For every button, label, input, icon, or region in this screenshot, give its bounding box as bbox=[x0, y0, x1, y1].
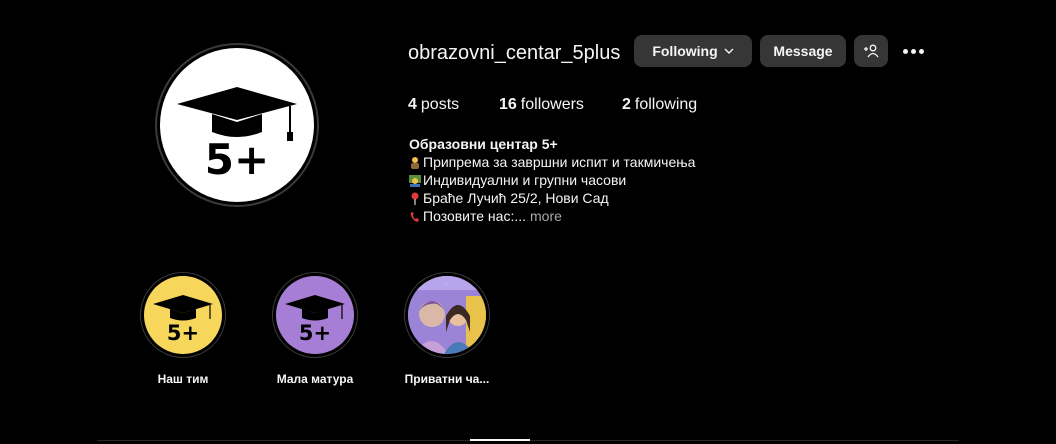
highlight-cover-photo: … bbox=[408, 276, 486, 354]
bio-line-classes: Индивидуални и групни часови bbox=[409, 171, 695, 189]
pin-emoji-icon bbox=[411, 192, 419, 205]
following-stat[interactable]: 2 following bbox=[622, 96, 697, 114]
highlight-cover: 5+ bbox=[276, 276, 354, 354]
posts-label: posts bbox=[420, 96, 460, 113]
story-highlight-nash-tim[interactable]: 5+ Наш тим bbox=[140, 272, 226, 386]
posts-stat: 4 posts bbox=[408, 96, 459, 114]
avatar-image: 5+ bbox=[160, 48, 314, 202]
student-emoji-icon bbox=[409, 174, 421, 187]
posts-count: 4 bbox=[408, 96, 417, 113]
highlight-label: Наш тим bbox=[157, 372, 209, 386]
graduation-cap-icon: 5+ bbox=[285, 295, 345, 345]
following-button-label: Following bbox=[652, 43, 718, 59]
following-label: following bbox=[634, 96, 698, 113]
bio-line-address: Браће Лучић 25/2, Нови Сад bbox=[409, 189, 695, 207]
more-options-icon[interactable] bbox=[900, 40, 926, 62]
followers-count: 16 bbox=[499, 96, 517, 113]
highlight-label: Мала матура bbox=[276, 372, 354, 386]
profile-username: obrazovni_centar_5plus bbox=[408, 42, 621, 64]
profile-bio: Образовни центар 5+ Припрема за завршни … bbox=[409, 135, 695, 225]
students-photo-image: … bbox=[408, 276, 486, 354]
teacher-emoji-icon bbox=[411, 156, 419, 169]
add-person-icon bbox=[864, 44, 879, 58]
active-tab-indicator bbox=[470, 439, 530, 441]
highlight-badge-text: 5+ bbox=[167, 321, 199, 345]
following-button[interactable]: Following bbox=[634, 35, 752, 67]
profile-avatar[interactable]: 5+ bbox=[155, 43, 319, 207]
bio-name: Образовни центар 5+ bbox=[409, 136, 558, 152]
highlight-cover: 5+ bbox=[144, 276, 222, 354]
chevron-down-icon bbox=[724, 48, 734, 54]
followers-stat[interactable]: 16 followers bbox=[499, 96, 584, 114]
highlight-ring: 5+ bbox=[140, 272, 226, 358]
photo-overlay-text: … bbox=[445, 281, 449, 286]
bio-more-link[interactable]: more bbox=[530, 207, 562, 225]
highlight-ring: 5+ bbox=[272, 272, 358, 358]
bio-line-contact: Позовите нас:... more bbox=[409, 207, 695, 225]
graduation-cap-icon: 5+ bbox=[153, 295, 213, 345]
phone-emoji-icon bbox=[410, 211, 419, 222]
bio-line-exam: Припрема за завршни испит и такмичења bbox=[409, 153, 695, 171]
avatar-badge-text: 5+ bbox=[205, 135, 269, 184]
message-button-label: Message bbox=[773, 43, 833, 59]
highlight-ring: … bbox=[404, 272, 490, 358]
story-highlight-mala-matura[interactable]: 5+ Мала матура bbox=[272, 272, 358, 386]
graduation-cap-logo-icon: 5+ bbox=[177, 87, 297, 184]
following-count: 2 bbox=[622, 96, 631, 113]
story-highlight-privatni-casovi[interactable]: … Приватни ча... bbox=[404, 272, 490, 386]
highlight-label: Приватни ча... bbox=[404, 372, 490, 386]
followers-label: followers bbox=[520, 96, 584, 113]
message-button[interactable]: Message bbox=[760, 35, 846, 67]
suggested-accounts-button[interactable] bbox=[854, 35, 888, 67]
highlight-badge-text: 5+ bbox=[299, 321, 331, 345]
